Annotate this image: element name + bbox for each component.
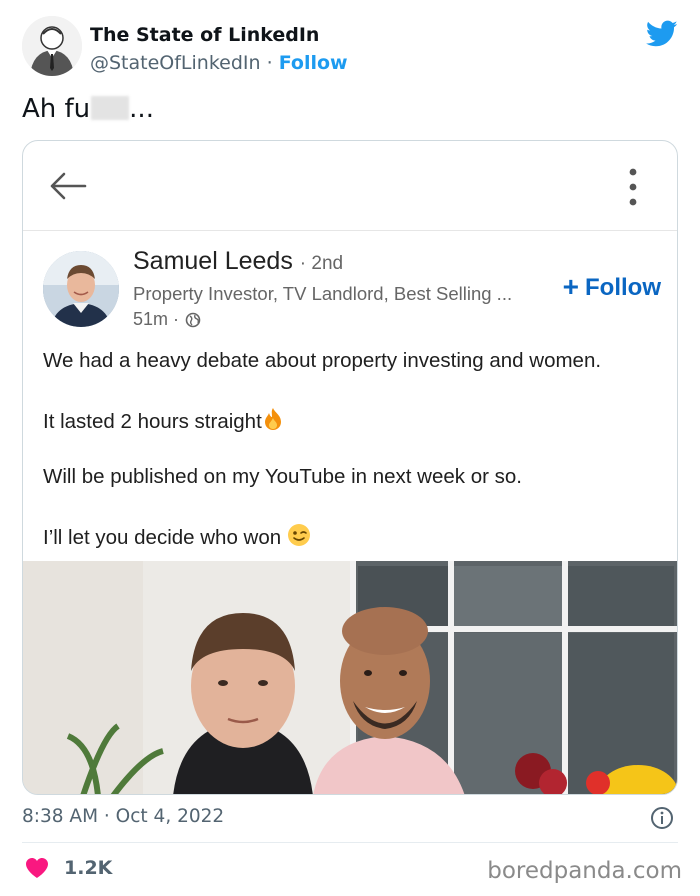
tweet-timestamp[interactable]: 8:38 AM · Oct 4, 2022	[22, 806, 224, 827]
follow-plus: +	[562, 271, 580, 302]
kebab-menu-icon[interactable]	[627, 167, 639, 207]
censor-blur	[91, 96, 130, 120]
linkedin-follow-button[interactable]: + Follow	[563, 271, 661, 303]
follow-link[interactable]: Follow	[279, 52, 348, 74]
author-name[interactable]: The State of LinkedIn	[90, 24, 319, 46]
twitter-bird-icon[interactable]	[646, 20, 678, 48]
post-author-avatar[interactable]	[43, 251, 119, 327]
post-time: 51m ·	[133, 309, 201, 330]
author-handle-row: @StateOfLinkedIn · Follow	[90, 52, 348, 74]
fire-emoji-icon	[264, 408, 281, 430]
author-avatar[interactable]	[22, 16, 82, 76]
post-line-2-text: It lasted 2 hours straight	[43, 410, 262, 433]
heart-icon[interactable]	[24, 856, 50, 880]
wink-emoji-icon	[287, 524, 310, 546]
embedded-media-card[interactable]: Samuel Leeds · 2nd Property Investor, TV…	[22, 140, 678, 795]
post-line-1: We had a heavy debate about property inv…	[43, 349, 602, 372]
info-icon[interactable]	[650, 806, 674, 830]
tweet-text: Ah fu...	[22, 94, 154, 124]
post-author-name-text[interactable]: Samuel Leeds	[133, 247, 293, 275]
post-author-headline: Property Investor, TV Landlord, Best Sel…	[133, 283, 513, 304]
post-time-text: 51m ·	[133, 309, 180, 329]
author-handle[interactable]: @StateOfLinkedIn	[90, 52, 261, 74]
post-line-4-text: I’ll let you decide who won	[43, 526, 287, 549]
like-count: 1.2K	[64, 857, 113, 879]
linkedin-follow-label: Follow	[585, 274, 661, 301]
tweet-header: The State of LinkedIn @StateOfLinkedIn ·…	[22, 16, 678, 80]
post-photo[interactable]	[23, 561, 677, 794]
connection-degree: · 2nd	[299, 253, 344, 274]
post-line-3: Will be published on my YouTube in next …	[43, 465, 522, 488]
tweet-text-prefix: Ah fu	[22, 94, 91, 124]
post-line-2: It lasted 2 hours straight	[43, 407, 284, 434]
separator-dot: ·	[266, 52, 273, 74]
boredpanda-watermark: boredpanda.com	[487, 858, 682, 884]
tweet-text-suffix: ...	[129, 94, 154, 124]
likes-row[interactable]: 1.2K	[24, 856, 112, 880]
post-author-name[interactable]: Samuel Leeds · 2nd	[133, 247, 343, 276]
linkedin-topbar	[23, 141, 677, 231]
back-arrow-icon[interactable]	[49, 171, 87, 201]
globe-icon	[185, 312, 201, 327]
post-line-4: I’ll let you decide who won	[43, 523, 311, 550]
footer-divider	[22, 842, 678, 843]
